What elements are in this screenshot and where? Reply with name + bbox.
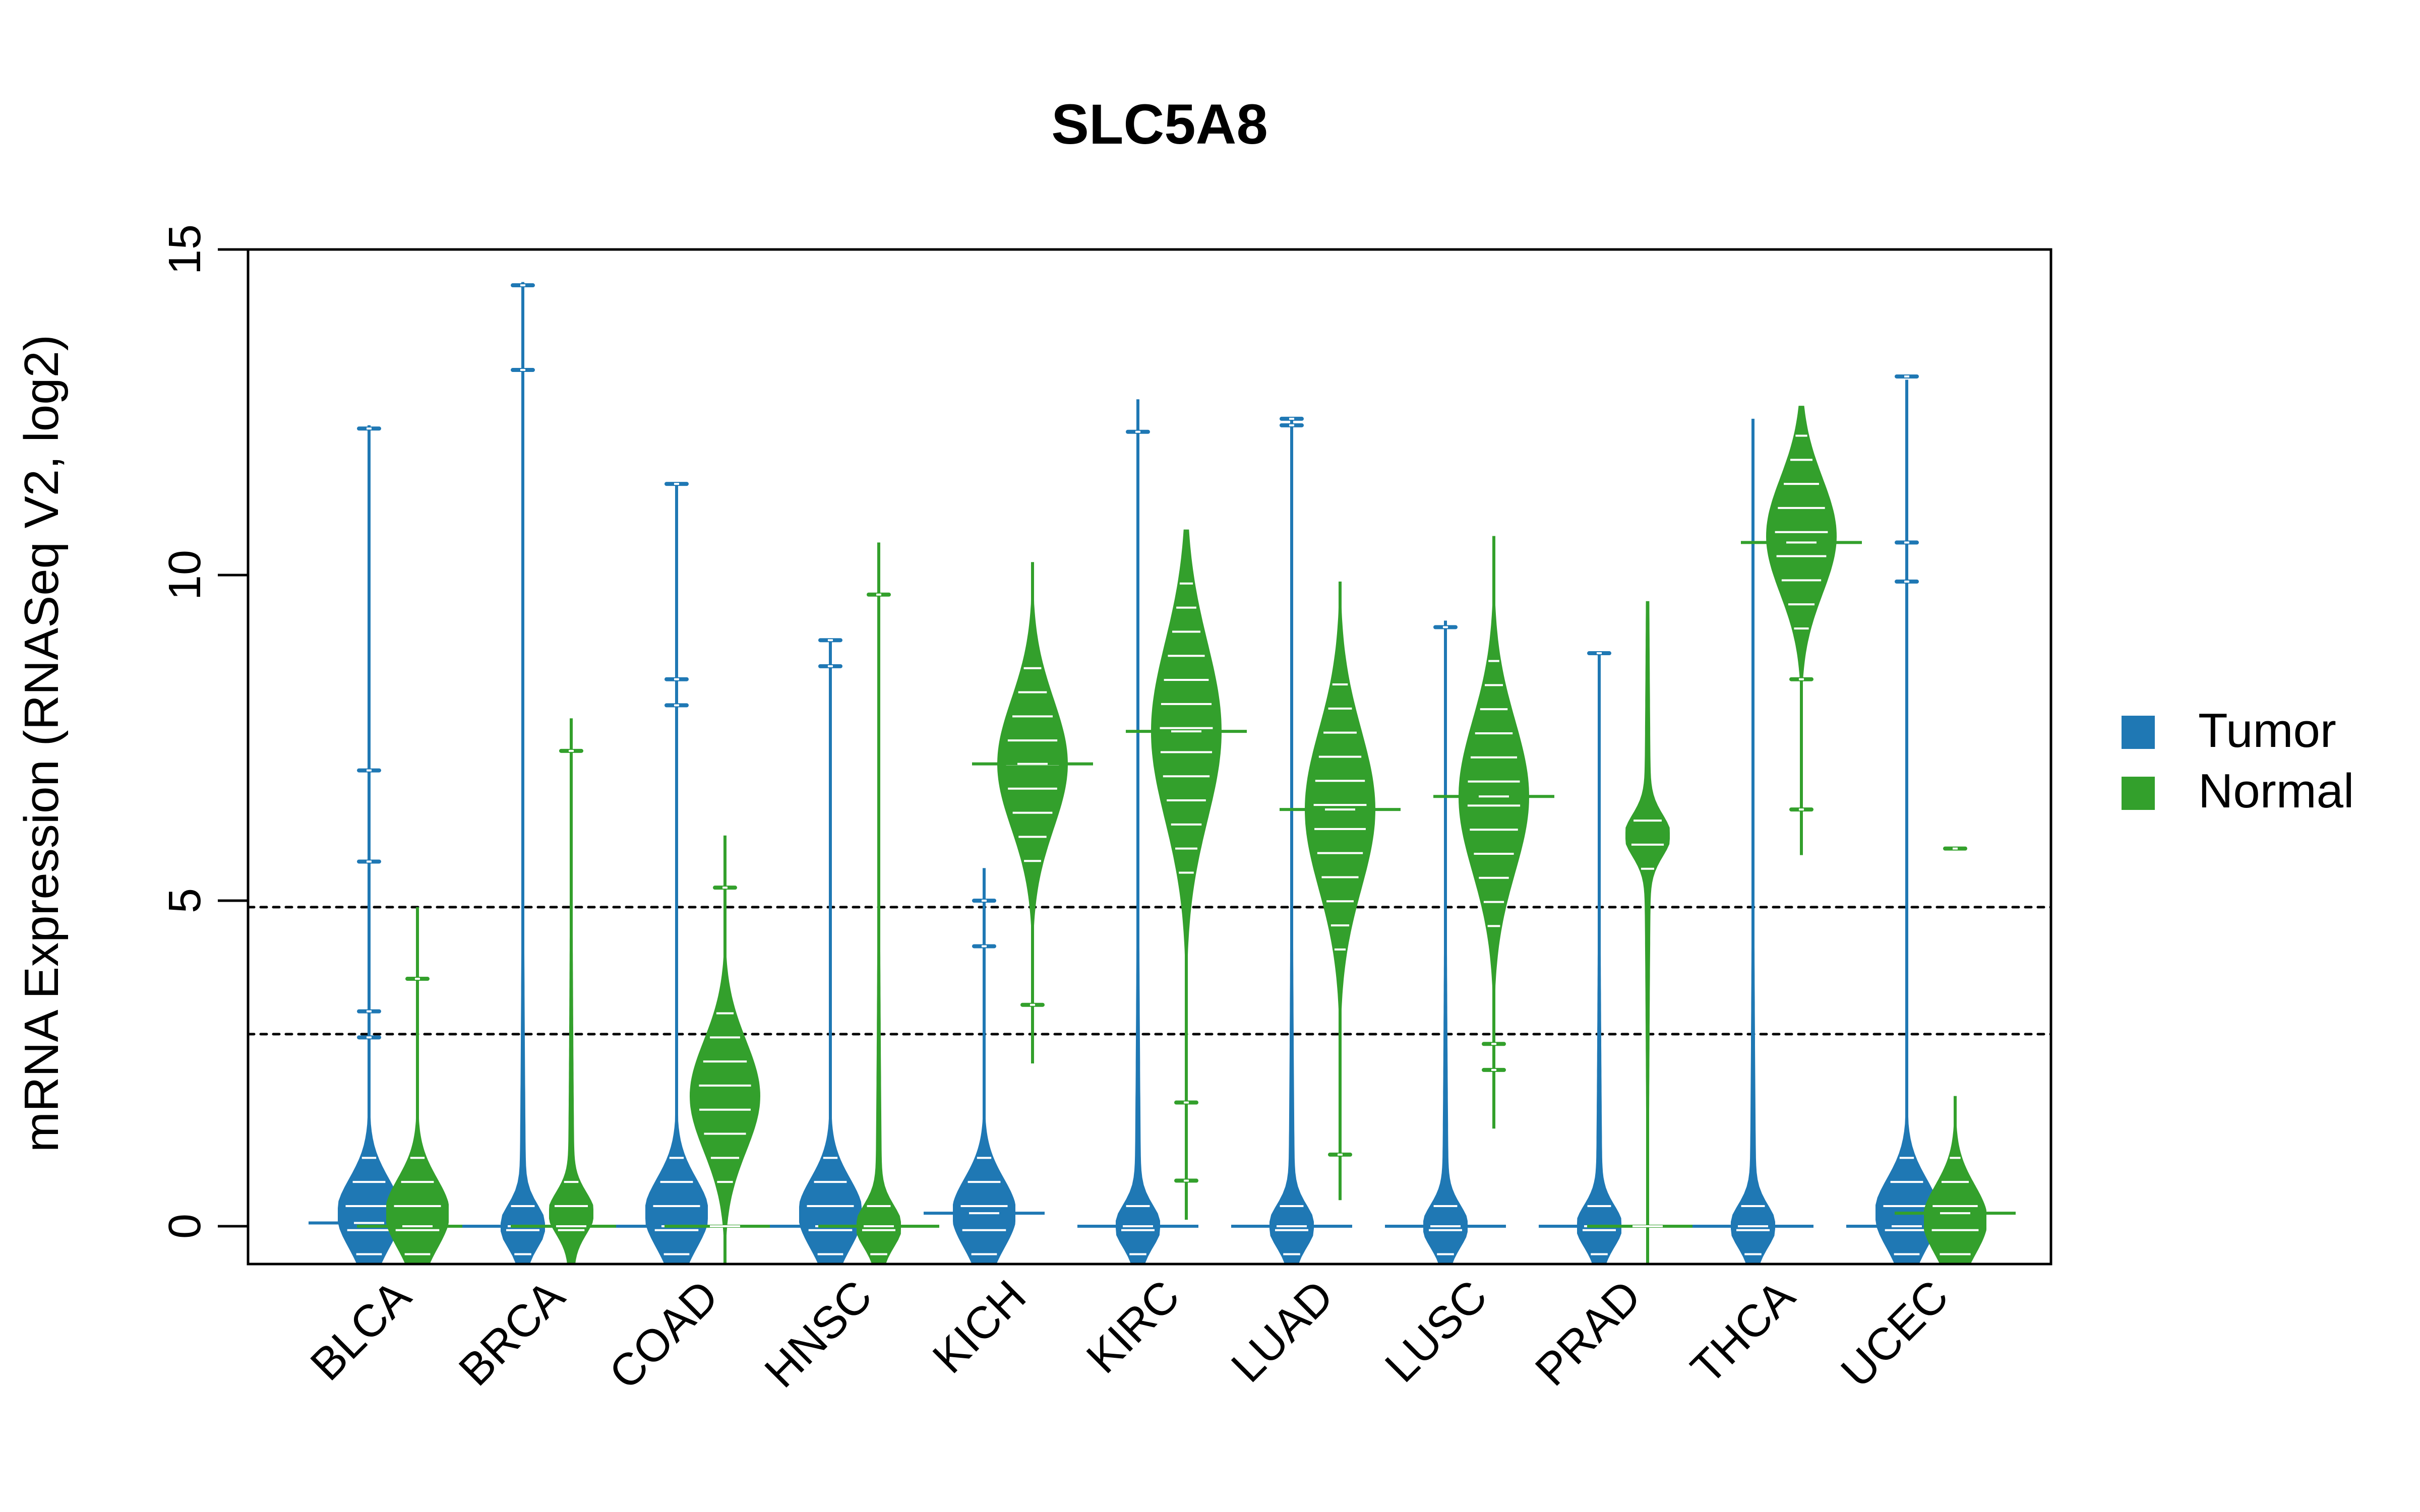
violin-normal-luad (1305, 581, 1375, 1201)
violin-normal-kirc (1151, 529, 1222, 1220)
violin-normal-ucec (1924, 1096, 1986, 1264)
violin-tumor-luad (1269, 418, 1314, 1264)
x-tick-label: PRAD (1526, 1271, 1651, 1396)
violin-normal-lusc (1459, 536, 1529, 1129)
x-tick-label: BRCA (450, 1271, 575, 1396)
x-tick-label: LUAD (1222, 1271, 1343, 1392)
x-tick-label: KIRC (1077, 1271, 1189, 1383)
y-tick-label: 15 (160, 224, 210, 275)
legend: Tumor Normal (2122, 704, 2354, 818)
y-tick-label: 5 (160, 888, 210, 913)
violin-chart: SLC5A8 mRNA Expression (RNASeq V2, log2)… (15, 93, 2354, 1399)
violin-tumor-lusc (1423, 620, 1468, 1264)
violins (309, 282, 2016, 1264)
violin-tumor-coad (645, 484, 708, 1264)
x-tick-label: BLCA (301, 1271, 420, 1390)
legend-swatch-tumor (2122, 716, 2155, 749)
violin-normal-thca (1766, 406, 1837, 855)
chart-title: SLC5A8 (1051, 93, 1267, 156)
x-tick-label: KICH (923, 1271, 1036, 1383)
reference-lines (247, 906, 2052, 1036)
legend-label-normal: Normal (2198, 764, 2354, 818)
y-tick-label: 0 (160, 1214, 210, 1239)
y-axis: 0 5 10 15 (160, 224, 250, 1239)
violin-tumor-hnsc (799, 640, 862, 1264)
violin-tumor-blca (338, 425, 400, 1264)
x-axis: BLCA BRCA COAD HNSC KICH KIRC LUAD LUSC PRAD THCA… (301, 1271, 1958, 1399)
x-tick-label: THCA (1681, 1271, 1804, 1394)
violin-tumor-prad (1577, 653, 1621, 1264)
y-tick-label: 10 (160, 550, 210, 600)
violin-tumor-kirc (1116, 399, 1160, 1264)
legend-swatch-normal (2122, 777, 2155, 810)
x-tick-label: COAD (600, 1271, 729, 1399)
violin-normal-blca (386, 907, 449, 1264)
legend-label-tumor: Tumor (2198, 704, 2336, 758)
violin-normal-hnsc (857, 542, 901, 1264)
x-tick-label: LUSC (1376, 1271, 1497, 1392)
x-tick-label: UCEC (1832, 1271, 1958, 1397)
plot-frame (247, 248, 2052, 1266)
y-axis-label: mRNA Expression (RNASeq V2, log2) (15, 335, 69, 1152)
violin-tumor-ucec (1876, 380, 1938, 1264)
violin-tumor-kich (953, 868, 1015, 1264)
violin-normal-prad (1625, 601, 1670, 1264)
x-tick-label: HNSC (755, 1271, 882, 1397)
violin-tumor-brca (501, 282, 545, 1264)
